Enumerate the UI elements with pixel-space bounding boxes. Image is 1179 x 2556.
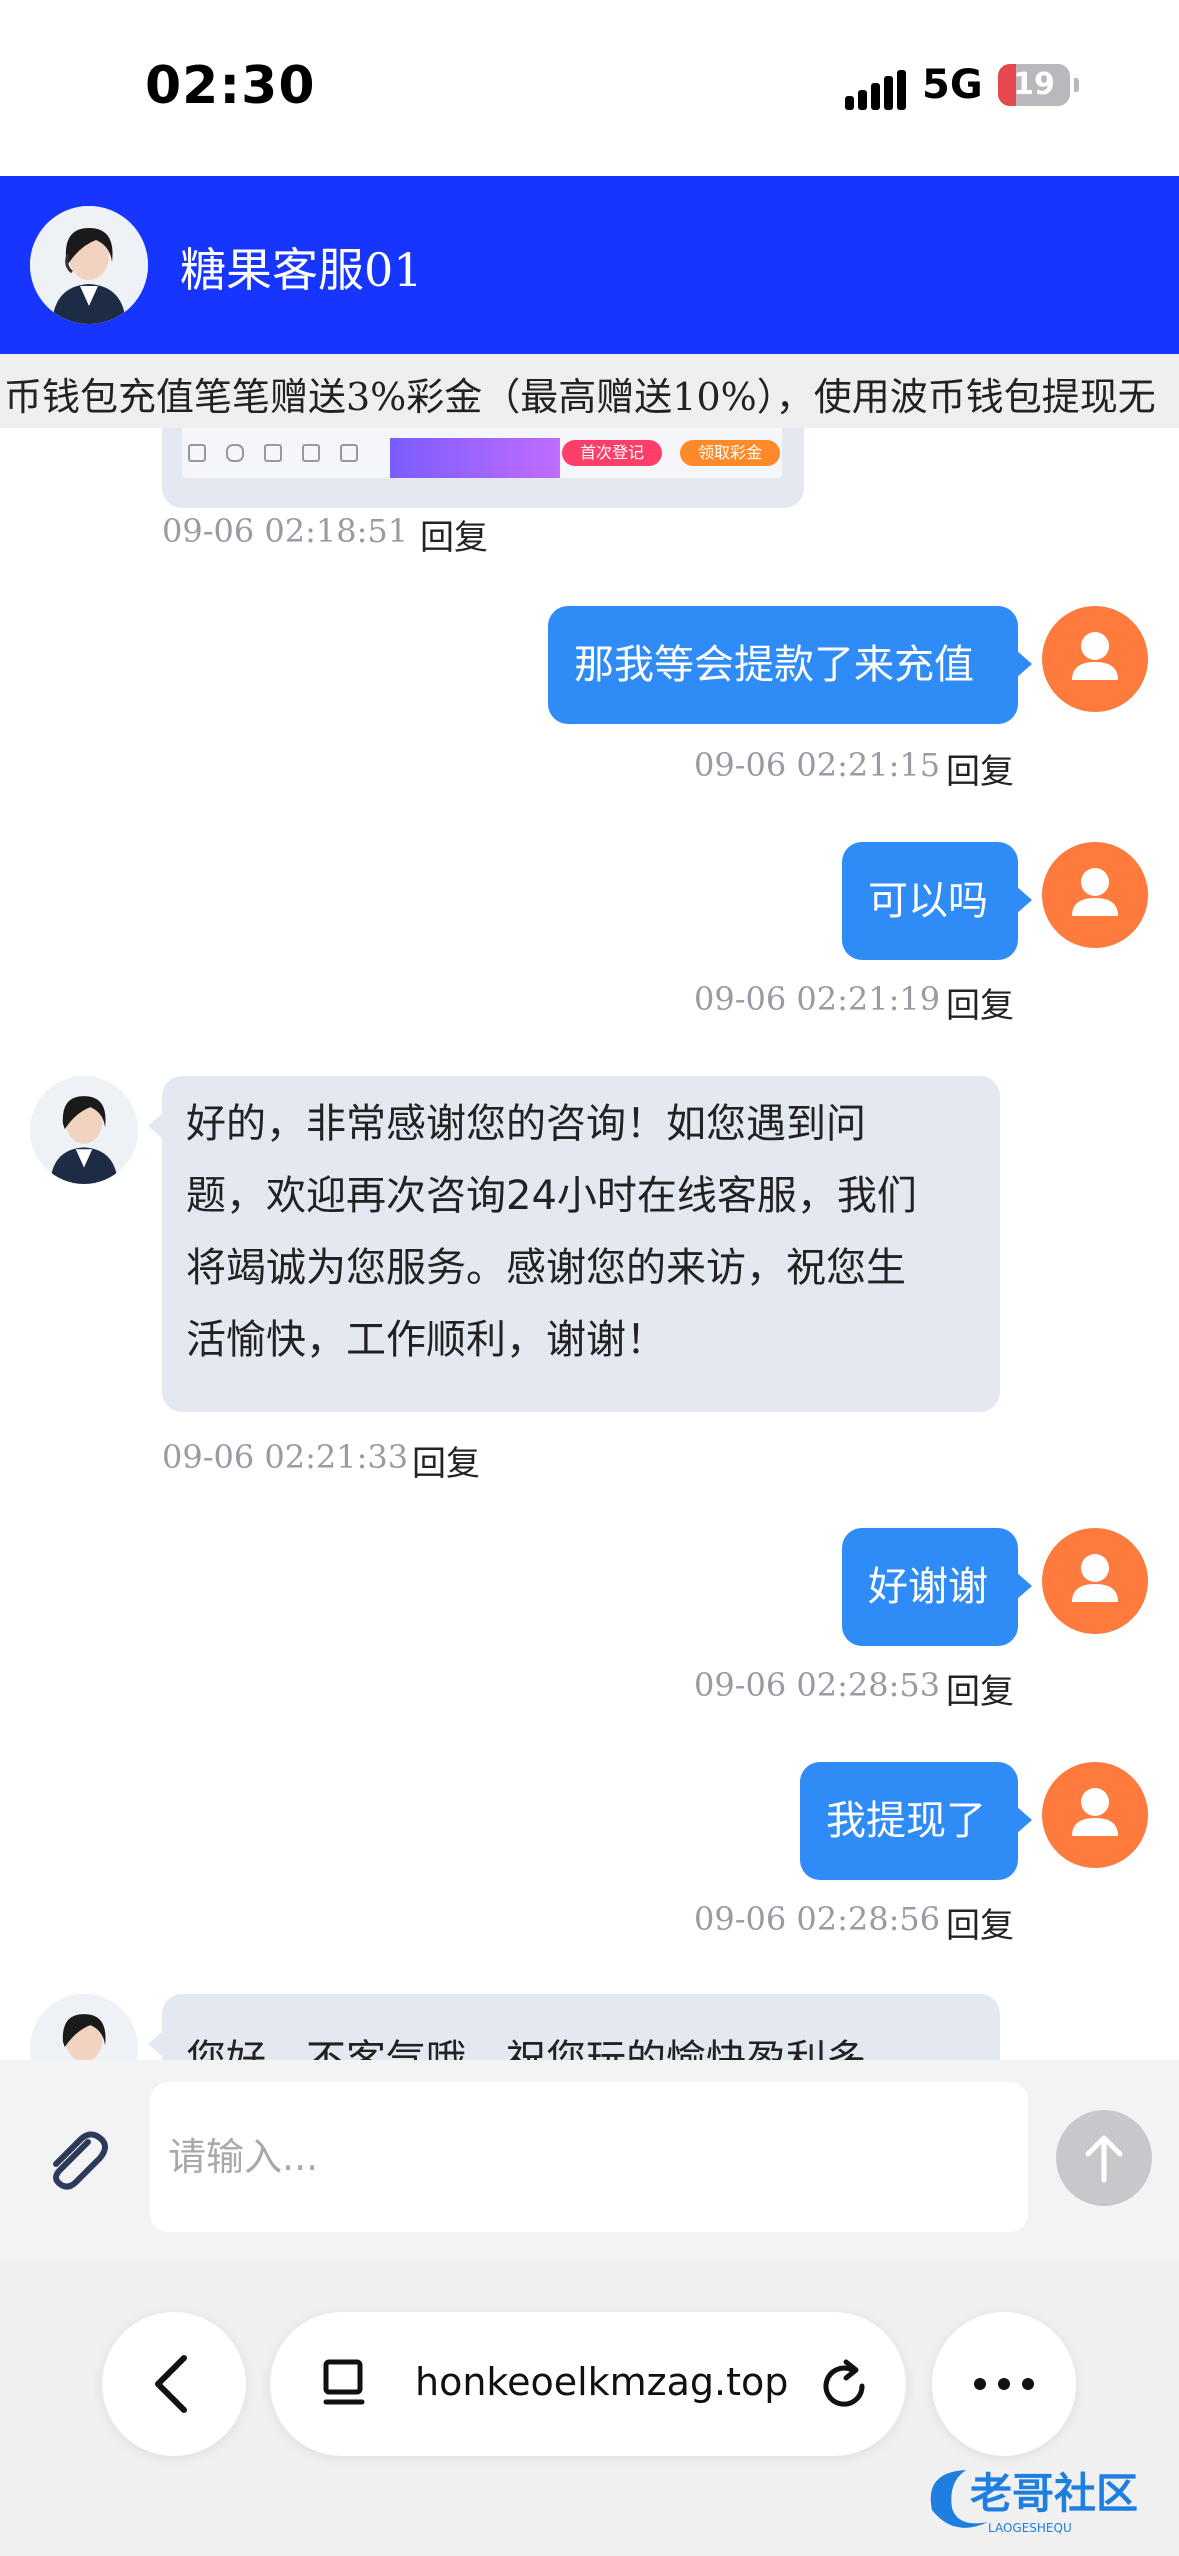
message-timestamp: 09-06 02:28:56: [694, 1900, 941, 1938]
message-timestamp: 09-06 02:21:15: [694, 746, 941, 784]
agent-avatar[interactable]: [30, 206, 148, 324]
preview-banner: [390, 438, 560, 478]
status-bar: 02:30 5G 19: [0, 0, 1179, 176]
watermark-logo: 老哥社区 LAOGESHEQU: [918, 2452, 1158, 2542]
message-line: 题，欢迎再次咨询24小时在线客服，我们: [186, 1173, 917, 1219]
user-message-bubble[interactable]: 我提现了: [800, 1762, 1032, 1880]
tabs-icon: [323, 2359, 365, 2405]
user-avatar-icon: [1042, 606, 1148, 712]
address-bar[interactable]: honkeoelkmzag.top: [270, 2312, 906, 2456]
preview-nav-icons: [188, 444, 368, 468]
message-line: 将竭诚为您服务。感谢您的来访，祝您生: [186, 1245, 906, 1291]
more-dots-icon: [974, 2378, 1034, 2390]
battery-icon: 19: [998, 64, 1070, 106]
agent-avatar[interactable]: [30, 1994, 138, 2060]
send-button[interactable]: [1056, 2110, 1152, 2206]
message-line: 活愉快，工作顺利，谢谢！: [186, 1317, 666, 1363]
message-timestamp: 09-06 02:21:33: [162, 1438, 409, 1476]
reply-button[interactable]: 回复: [420, 510, 488, 559]
agent-message-bubble[interactable]: 您好，不客气哦，祝您玩的愉快盈利多: [148, 1994, 1000, 2060]
message-timestamp: 09-06 02:28:53: [694, 1666, 941, 1704]
reply-button[interactable]: 回复: [946, 1664, 1014, 1713]
image-preview[interactable]: 首次登记 领取彩金: [182, 428, 782, 478]
reply-button[interactable]: 回复: [946, 1898, 1014, 1947]
reply-button[interactable]: 回复: [946, 744, 1014, 793]
url-text: honkeoelkmzag.top: [415, 2360, 789, 2404]
preview-button-first-register: 首次登记: [562, 440, 662, 466]
battery-tip: [1074, 78, 1079, 92]
back-button[interactable]: [102, 2312, 246, 2456]
user-message-bubble[interactable]: 那我等会提款了来充值: [548, 606, 1032, 724]
image-message-bubble[interactable]: 首次登记 领取彩金: [162, 428, 804, 508]
battery-level: 19: [1013, 67, 1055, 102]
user-message-bubble[interactable]: 好谢谢: [842, 1528, 1032, 1646]
chat-messages[interactable]: 首次登记 领取彩金 09-06 02:18:51 回复 那我等会提款了来充值 0…: [0, 428, 1179, 2060]
svg-text:LAOGESHEQU: LAOGESHEQU: [988, 2521, 1072, 2535]
chat-header: 糖果客服01: [0, 176, 1179, 354]
network-type: 5G: [922, 62, 983, 108]
user-message-bubble[interactable]: 可以吗: [842, 842, 1032, 960]
message-line: 您好，不客气哦，祝您玩的愉快盈利多: [186, 2037, 866, 2060]
message-input-bar: [0, 2060, 1179, 2260]
agent-avatar[interactable]: [30, 1076, 138, 1184]
cellular-signal-icon: [845, 70, 907, 110]
chevron-left-icon: [155, 2355, 187, 2413]
reload-icon: [823, 2359, 865, 2407]
message-input[interactable]: [150, 2082, 1028, 2232]
reply-button[interactable]: 回复: [412, 1436, 480, 1485]
user-avatar-icon: [1042, 1762, 1148, 1868]
message-line: 好的，非常感谢您的咨询！如您遇到问: [186, 1101, 866, 1147]
chat-title: 糖果客服01: [180, 243, 423, 297]
message-timestamp: 09-06 02:21:19: [694, 980, 941, 1018]
more-button[interactable]: [932, 2312, 1076, 2456]
user-avatar-icon: [1042, 842, 1148, 948]
preview-button-claim-bonus: 领取彩金: [680, 440, 780, 466]
agent-message-bubble[interactable]: 好的，非常感谢您的咨询！如您遇到问 题，欢迎再次咨询24小时在线客服，我们 将竭…: [148, 1076, 1000, 1412]
user-avatar-icon: [1042, 1528, 1148, 1634]
message-timestamp: 09-06 02:18:51: [162, 512, 409, 550]
notice-text: 币钱包充值笔笔赠送3%彩金（最高赠送10%），使用波币钱包提现无: [4, 375, 1156, 419]
reply-button[interactable]: 回复: [946, 978, 1014, 1027]
attachment-icon[interactable]: [36, 2120, 116, 2200]
svg-text:老哥社区: 老哥社区: [970, 2469, 1138, 2518]
notice-marquee: 币钱包充值笔笔赠送3%彩金（最高赠送10%），使用波币钱包提现无: [0, 354, 1179, 428]
status-time: 02:30: [145, 56, 316, 116]
